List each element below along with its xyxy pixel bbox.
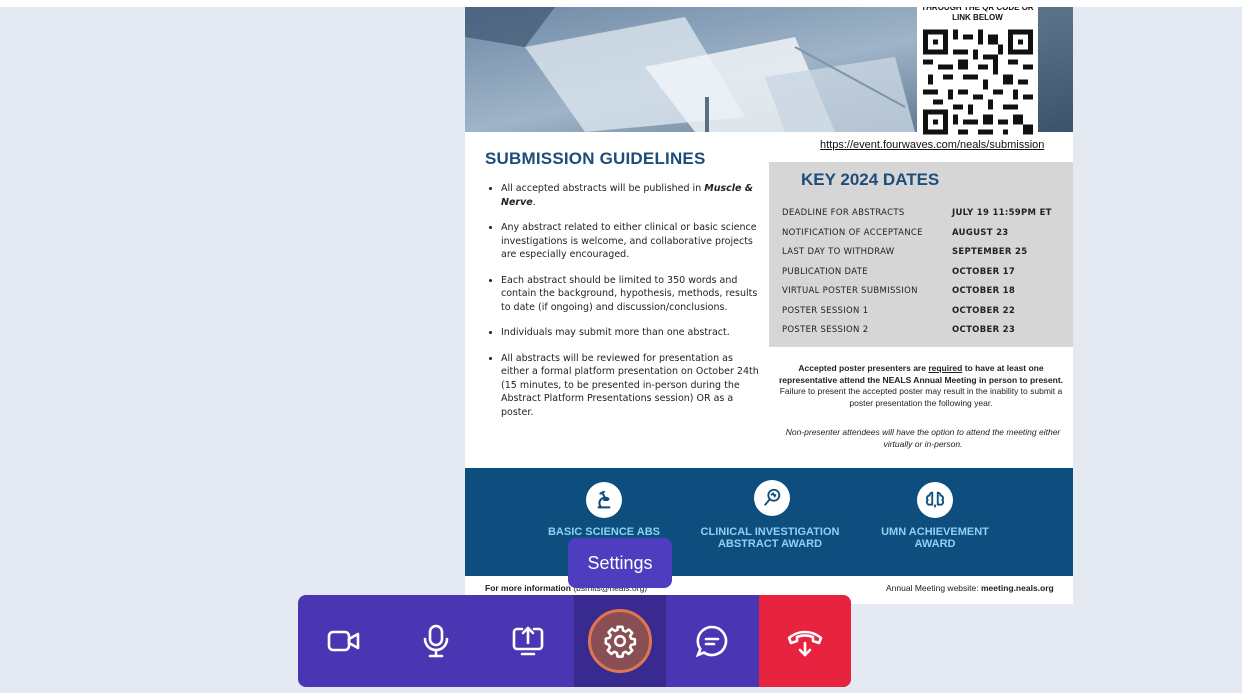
microphone-icon	[423, 624, 449, 658]
settings-button-highlight	[588, 609, 652, 673]
chat-button[interactable]	[666, 595, 758, 687]
footer-website: Annual Meeting website: meeting.neals.or…	[886, 583, 1054, 593]
call-toolbar	[298, 595, 851, 687]
microscope-icon	[586, 482, 622, 518]
qr-code-panel: THROUGH THE QR CODE OR LINK BELOW	[917, 7, 1038, 137]
guideline-item: All accepted abstracts will be published…	[501, 182, 763, 209]
video-camera-icon	[327, 630, 360, 652]
submission-link[interactable]: https://event.fourwaves.com/neals/submis…	[820, 139, 1044, 151]
qr-caption: THROUGH THE QR CODE OR LINK BELOW	[921, 7, 1034, 22]
magnifier-icon	[754, 480, 790, 516]
guideline-item: All abstracts will be reviewed for prese…	[501, 352, 763, 420]
guidelines-list: All accepted abstracts will be published…	[485, 182, 763, 431]
brain-icon	[917, 482, 953, 518]
screen-share-icon	[512, 626, 544, 656]
camera-button[interactable]	[298, 595, 390, 687]
chat-bubble-icon	[695, 625, 728, 658]
share-screen-button[interactable]	[482, 595, 574, 687]
awards-band: BASIC SCIENCE ABS CLINICAL INVESTIGATION…	[465, 468, 1073, 576]
award-clinical-investigation: CLINICAL INVESTIGATION ABSTRACT AWARD	[700, 526, 840, 550]
settings-tooltip: Settings	[568, 538, 672, 588]
shared-document-flyer: THROUGH THE QR CODE OR LINK BELOW https:…	[465, 7, 1073, 604]
guideline-item: Each abstract should be limited to 350 w…	[501, 274, 763, 315]
guideline-item: Any abstract related to either clinical …	[501, 221, 763, 262]
settings-button[interactable]	[574, 595, 666, 687]
hang-up-button[interactable]	[759, 595, 851, 687]
non-presenter-note: Non-presenter attendees will have the op…	[785, 427, 1061, 449]
gear-icon	[604, 625, 637, 658]
phone-hangup-icon	[787, 630, 823, 657]
guidelines-title: SUBMISSION GUIDELINES	[485, 149, 706, 168]
guideline-item: Individuals may submit more than one abs…	[501, 326, 763, 340]
poster-requirement-note: Accepted poster presenters are required …	[779, 363, 1064, 408]
key-dates-title: KEY 2024 DATES	[801, 170, 940, 189]
award-basic-science: BASIC SCIENCE ABS	[547, 526, 661, 538]
top-strip	[0, 0, 1242, 7]
microphone-button[interactable]	[390, 595, 482, 687]
key-dates-panel: KEY 2024 DATES DEADLINE FOR ABSTRACTS JUL…	[769, 162, 1073, 347]
award-umn-achievement: UMN ACHIEVEMENT AWARD	[881, 526, 989, 550]
qr-code	[923, 29, 1033, 135]
